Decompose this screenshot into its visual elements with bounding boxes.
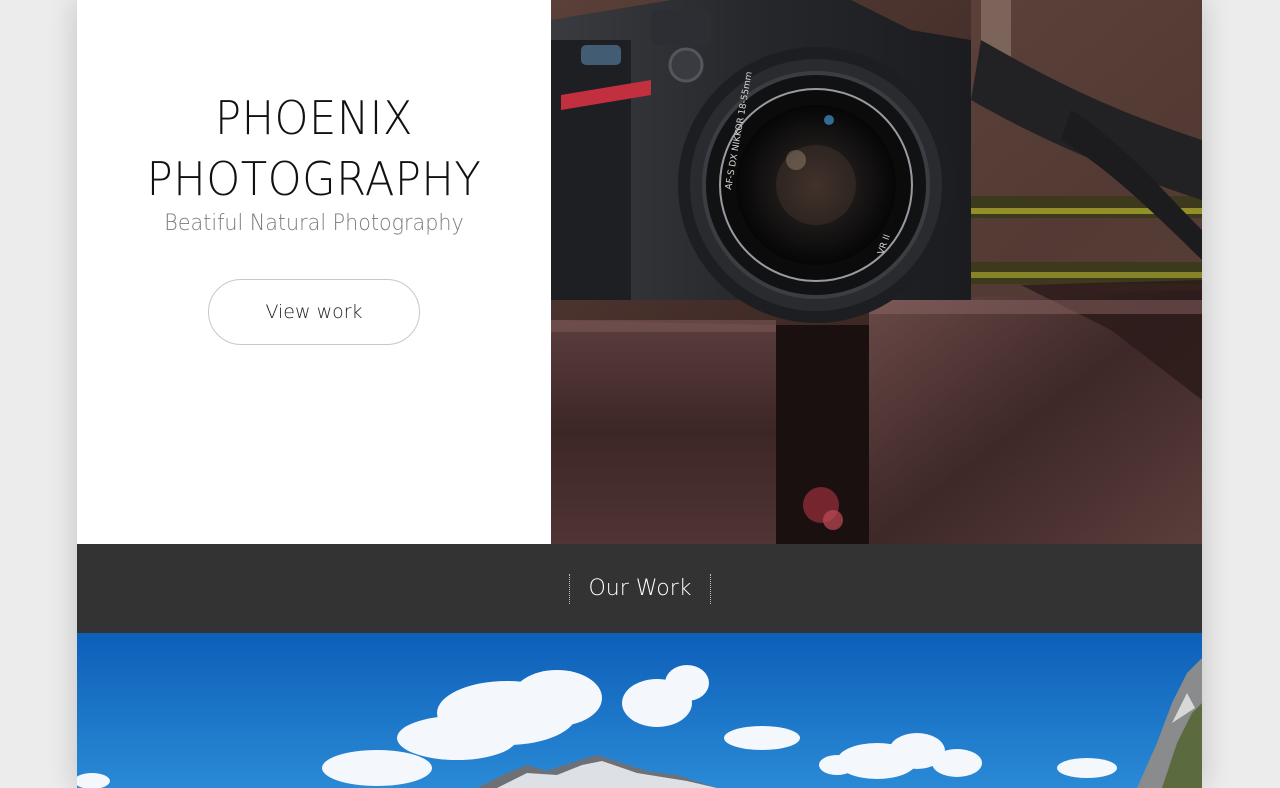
- hero-text-panel: PHOENIX PHOTOGRAPHY Beatiful Natural Pho…: [77, 0, 551, 544]
- view-work-button[interactable]: View work: [208, 279, 420, 345]
- camera-photo-illustration: AF-S DX NIKKOR 18-55mm VR II: [551, 0, 1202, 544]
- mountain-landscape-image: [77, 633, 1202, 788]
- site-title-line1: PHOENIX: [215, 91, 413, 145]
- our-work-heading: Our Work: [569, 574, 711, 604]
- hero-section: PHOENIX PHOTOGRAPHY Beatiful Natural Pho…: [77, 0, 1202, 544]
- mountain-photo-illustration: [77, 633, 1202, 788]
- site-tagline: Beatiful Natural Photography: [164, 211, 464, 236]
- our-work-header-bar: Our Work: [77, 544, 1202, 633]
- site-title: PHOENIX PHOTOGRAPHY: [91, 88, 537, 210]
- camera-hero-image: AF-S DX NIKKOR 18-55mm VR II: [551, 0, 1202, 544]
- page-container: PHOENIX PHOTOGRAPHY Beatiful Natural Pho…: [77, 0, 1202, 788]
- site-title-line2: PHOTOGRAPHY: [146, 152, 482, 206]
